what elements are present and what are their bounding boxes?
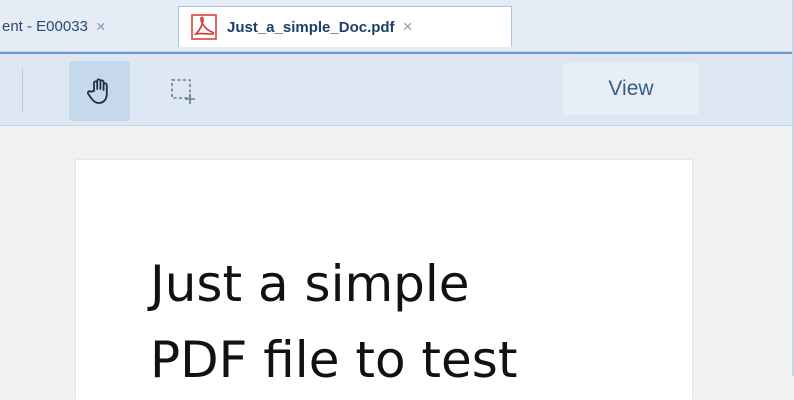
hand-tool-button[interactable] — [69, 61, 130, 121]
document-viewer[interactable]: Just a simple PDF file to test — [0, 126, 794, 400]
hand-pan-icon — [86, 78, 108, 104]
tab-document[interactable]: ent - E00033 × — [0, 6, 178, 47]
tab-pdf[interactable]: Just_a_simple_Doc.pdf × — [178, 6, 512, 47]
close-icon[interactable]: × — [96, 17, 106, 37]
marquee-select-button[interactable] — [158, 61, 208, 121]
toolbar-separator — [22, 68, 23, 112]
marquee-select-icon — [171, 79, 195, 104]
toolbar: View — [0, 54, 794, 126]
page-text: Just a simple PDF file to test — [150, 255, 518, 389]
tab-label: Just_a_simple_Doc.pdf — [227, 18, 395, 36]
tab-bar: ent - E00033 × Just_a_simple_Doc.pdf × — [0, 0, 794, 52]
pdf-icon — [191, 14, 217, 40]
view-button[interactable]: View — [563, 63, 699, 115]
tab-label: ent - E00033 — [2, 18, 88, 35]
close-icon[interactable]: × — [403, 17, 413, 37]
pdf-page: Just a simple PDF file to test — [76, 160, 692, 400]
